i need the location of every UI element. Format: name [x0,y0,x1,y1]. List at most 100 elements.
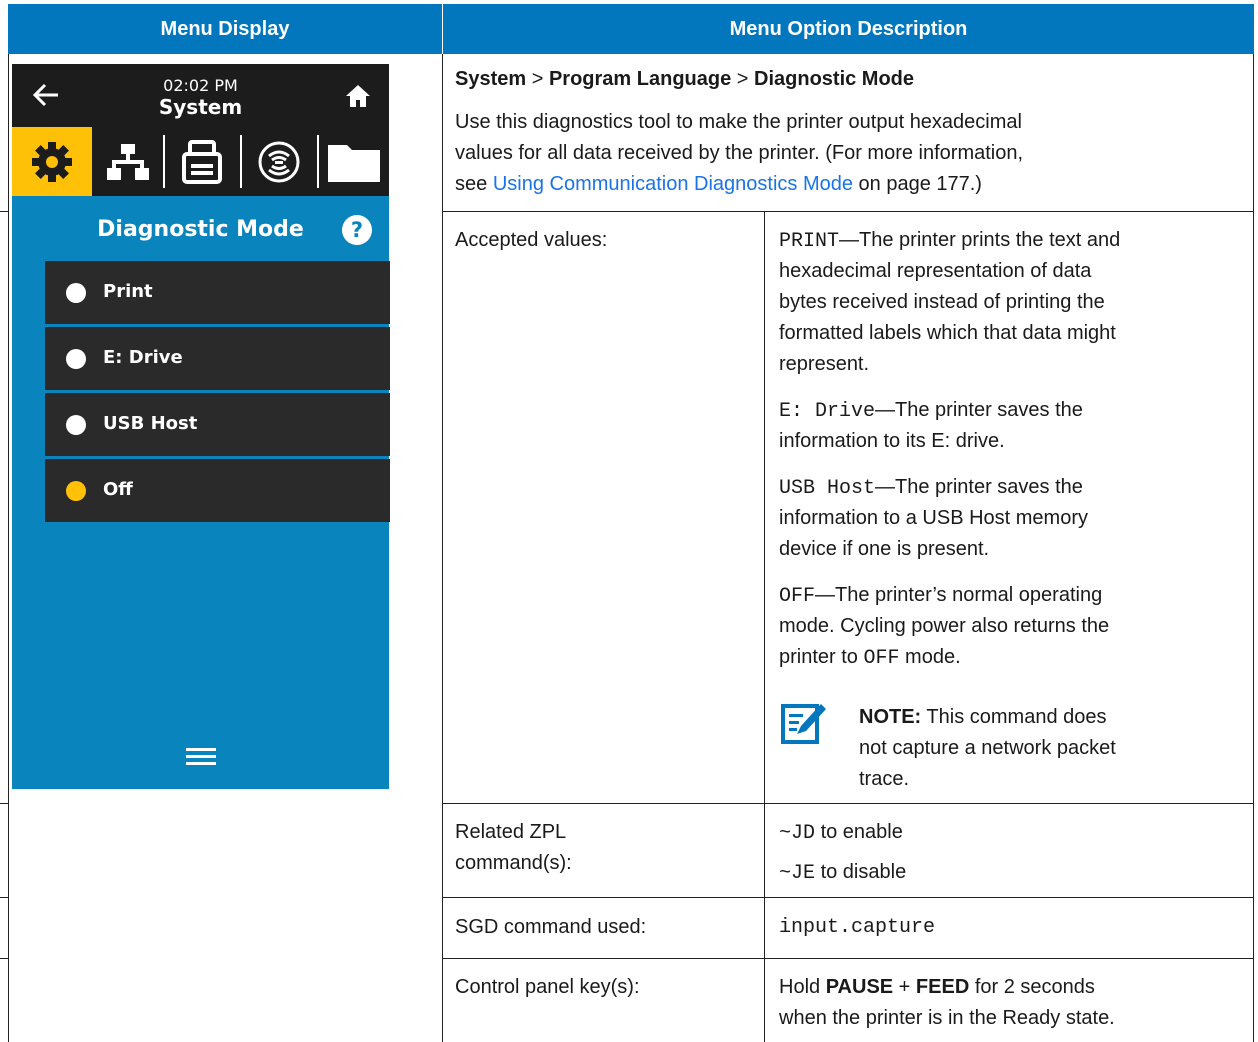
header-menu-option-description: Menu Option Description [443,4,1254,54]
category-tabs [12,127,389,196]
value-text: bytes received instead of printing the [779,291,1105,313]
tab-storage[interactable] [319,127,389,196]
zpl-disable: ~JE to disable [779,857,906,889]
row-divider [442,211,1254,212]
keys-value: Hold PAUSE + FEED for 2 seconds [779,972,1095,1003]
help-icon[interactable]: ? [342,215,372,245]
value-text: mode. Cycling power also returns the [779,615,1110,637]
left-tick [0,897,9,898]
option-off[interactable]: Off [45,459,390,522]
code-je: ~JE [779,862,816,885]
value-text: —The printer saves the [875,399,1083,421]
left-tick [0,803,9,804]
note-icon [781,704,826,744]
value-text: —The printer’s normal operating [815,584,1103,606]
value-text: —The printer saves the [875,476,1083,498]
value-text: —The printer prints the text and [839,229,1121,251]
gear-icon [32,141,72,182]
value-text: mode. [899,646,961,668]
breadcrumb-program-language: Program Language [548,68,732,90]
folder-icon [328,144,380,182]
value-text: Hold [779,976,826,998]
header-menu-display: Menu Display [8,4,442,54]
value-text: formatted labels which that data might [779,322,1116,344]
table-border-mid [442,54,443,1042]
option-print[interactable]: Print [45,261,390,324]
value-text: printer to OFF mode. [779,642,961,674]
code-usb-host: USB Host [779,477,876,500]
option-e-drive[interactable]: E: Drive [45,327,390,390]
code-print: PRINT [779,230,840,253]
row-divider [442,958,1254,959]
clock: 02:02 PM [163,76,238,95]
diagnostics-mode-link[interactable]: Using Communication Diagnostics Mode [493,173,853,195]
value-text: device if one is present. [779,538,990,560]
value-text: to enable [815,821,903,843]
intro-line: Use this diagnostics tool to make the pr… [455,111,1022,133]
row-divider [442,897,1254,898]
intro-line: values for all data received by the prin… [455,142,1024,164]
breadcrumb-sep: > [731,68,755,90]
value-text: hexadecimal representation of data [779,260,1092,282]
note-body: not capture a network packet [859,737,1116,759]
breadcrumb-sep: > [526,68,549,90]
radio-icon [66,283,86,303]
value-text: for 2 seconds [969,976,1095,998]
option-label: USB Host [103,413,198,434]
value-usb-host: USB Host—The printer saves the [779,472,1083,504]
option-label: Print [103,281,153,302]
value-off: OFF—The printer’s normal operating [779,580,1102,612]
intro-line: see Using Communication Diagnostics Mode… [455,169,982,200]
keys-label: Control panel key(s): [455,976,640,998]
left-tick [0,211,9,212]
option-label: E: Drive [103,347,183,368]
inner-col-divider [764,211,765,1042]
value-e-drive: E: Drive—The printer saves the [779,395,1083,427]
breadcrumb: System > Program Language > Diagnostic M… [455,64,914,95]
home-icon[interactable] [345,84,371,108]
value-text: represent. [779,353,870,375]
zpl-enable: ~JD to enable [779,817,903,849]
breadcrumb-system: System [455,68,527,90]
left-tick [0,958,9,959]
table-border-right [1253,54,1254,1042]
zpl-label: command(s): [455,852,572,874]
option-usb-host[interactable]: USB Host [45,393,390,456]
pause-key: PAUSE [825,976,894,998]
printer-icon [182,139,222,184]
note-text: NOTE: This command does [859,702,1107,733]
keys-value: when the printer is in the Ready state. [779,1007,1115,1029]
tab-settings[interactable] [12,127,92,196]
sgd-value: input.capture [779,916,936,939]
printer-screen: 02:02 PM System Diagnostic Mode ? Print … [12,64,390,789]
note-body: trace. [859,768,910,790]
note-body: This command does [921,706,1107,728]
radio-icon [66,349,86,369]
sgd-label: SGD command used: [455,916,647,938]
option-label: Off [103,479,133,500]
status-bar: 02:02 PM System [12,64,389,127]
code-jd: ~JD [779,822,816,845]
menu-title: Diagnostic Mode [97,217,304,242]
hamburger-menu-icon[interactable] [186,748,216,766]
code-off: OFF [779,585,816,608]
code-off: OFF [863,647,900,670]
code-e-drive: E: Drive [779,400,876,423]
intro-text: see [455,173,493,195]
intro-text: on page 177.) [852,173,982,195]
note-label: NOTE: [859,706,922,728]
value-text: information to a USB Host memory [779,507,1088,529]
tab-print[interactable] [165,127,239,196]
screen-title: System [158,95,243,119]
value-text: printer to [779,646,864,668]
value-text: to disable [815,861,907,883]
tab-rfid[interactable] [242,127,316,196]
accepted-values-label: Accepted values: [455,229,608,251]
network-icon [107,143,149,180]
radio-selected-icon [66,481,86,501]
tab-network[interactable] [94,127,162,196]
zpl-label: Related ZPL [455,821,567,843]
value-text: information to its E: drive. [779,430,1005,452]
table-border-left [8,54,9,1042]
rfid-icon [258,141,300,182]
